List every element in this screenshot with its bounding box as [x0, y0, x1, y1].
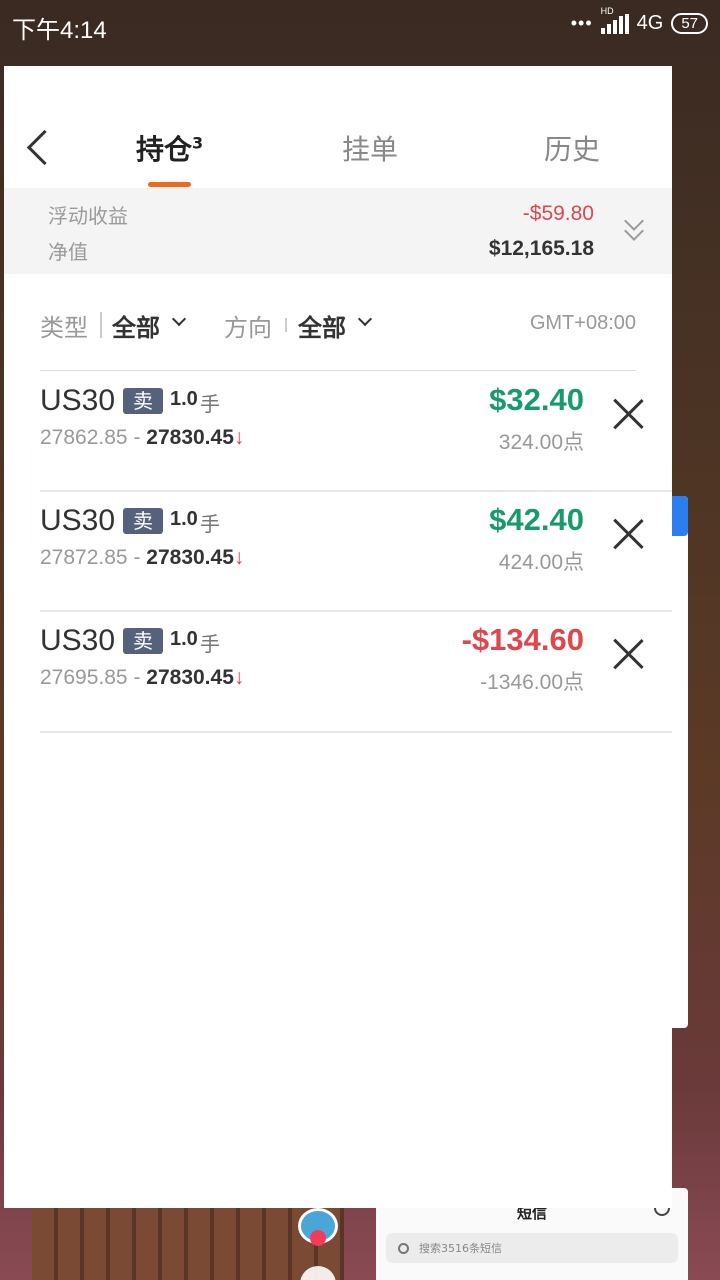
direction-filter-dropdown[interactable]: 全部 — [298, 308, 346, 343]
floating-pnl-value: -$59.80 — [522, 202, 594, 225]
position-symbol: US30 — [40, 504, 116, 537]
floating-pnl-label: 浮动收益 — [48, 204, 128, 228]
lot-unit: 手 — [200, 392, 220, 416]
background-video-app-card[interactable] — [32, 1208, 344, 1280]
heart-icon — [300, 1266, 336, 1280]
points-value: 324.00 — [498, 431, 563, 454]
position-pnl: -$134.60 — [461, 622, 584, 657]
lot-size: 1.0 — [170, 628, 198, 650]
current-price: 27830.45 — [146, 426, 234, 449]
side-badge: 卖 — [123, 508, 163, 534]
position-symbol: US30 — [40, 624, 116, 657]
price-separator: - — [133, 546, 141, 569]
status-icons: ••• HD 4G 57 — [570, 6, 708, 35]
close-position-icon[interactable] — [612, 638, 644, 670]
follow-plus-icon — [310, 1230, 326, 1246]
open-price: 27695.85 — [40, 666, 128, 689]
network-type: 4G — [636, 12, 664, 34]
list-divider — [40, 370, 636, 371]
down-arrow-icon: ↓ — [233, 426, 245, 449]
position-pnl: $32.40 — [489, 382, 584, 417]
row-divider — [40, 731, 672, 733]
expand-double-chevron-icon[interactable] — [622, 211, 646, 244]
tab-positions-label: 持仓 — [136, 133, 193, 166]
current-price: 27830.45 — [146, 546, 234, 569]
points-unit: 点 — [563, 671, 584, 694]
price-range: 27872.85 - 27830.45↓ — [40, 546, 244, 570]
status-time: 下午4:14 — [12, 17, 107, 44]
position-points: -1346.00点 — [480, 666, 584, 696]
close-position-icon[interactable] — [612, 518, 644, 550]
side-badge: 卖 — [123, 388, 163, 414]
active-tab-indicator — [148, 182, 191, 187]
position-pnl: $42.40 — [489, 502, 584, 537]
points-value: 424.00 — [498, 551, 563, 574]
position-points: 324.00点 — [499, 426, 584, 456]
position-symbol: US30 — [40, 384, 116, 417]
sms-search-bar: 搜索3516条短信 — [386, 1233, 678, 1263]
down-arrow-icon: ↓ — [233, 666, 245, 689]
sms-search-placeholder: 搜索3516条短信 — [419, 1242, 502, 1255]
lot-unit: 手 — [200, 512, 220, 536]
filter-divider — [100, 312, 102, 338]
position-row[interactable]: US30 卖 1.0 手 27695.85 - 27830.45↓ -$134.… — [4, 612, 672, 732]
lot-size: 1.0 — [170, 508, 198, 530]
type-filter-label: 类型 — [40, 314, 88, 342]
position-points: 424.00点 — [499, 546, 584, 576]
equity-value: $12,165.18 — [488, 237, 594, 260]
price-range: 27862.85 - 27830.45↓ — [40, 426, 244, 450]
type-filter-dropdown[interactable]: 全部 — [112, 308, 160, 343]
tab-history[interactable]: 历史 — [544, 128, 600, 168]
open-price: 27862.85 — [40, 426, 128, 449]
open-price: 27872.85 — [40, 546, 128, 569]
position-row[interactable]: US30 卖 1.0 手 27862.85 - 27830.45↓ $32.40… — [4, 372, 672, 492]
hd-label: HD — [600, 5, 614, 16]
search-icon — [398, 1242, 409, 1254]
status-bar: 下午4:14 ••• HD 4G 57 — [0, 0, 720, 52]
price-separator: - — [133, 666, 141, 689]
filter-divider — [285, 318, 287, 332]
tab-pending-orders[interactable]: 挂单 — [342, 128, 398, 168]
lot-unit: 手 — [200, 632, 220, 656]
chevron-down-icon[interactable] — [357, 311, 373, 327]
notification-dots-icon: ••• — [570, 13, 593, 33]
side-badge: 卖 — [123, 628, 163, 654]
signal-icon: HD — [600, 6, 629, 34]
close-position-icon[interactable] — [612, 398, 644, 430]
timezone-label: GMT+08:00 — [529, 312, 636, 334]
filter-bar: 类型 全部 方向 全部 GMT+08:00 — [4, 304, 672, 344]
points-unit: 点 — [563, 551, 584, 574]
lot-size: 1.0 — [170, 388, 198, 410]
tab-positions[interactable]: 持仓3 — [136, 128, 203, 168]
position-row[interactable]: US30 卖 1.0 手 27872.85 - 27830.45↓ $42.40… — [4, 492, 672, 612]
positions-count-badge: 3 — [192, 133, 204, 153]
account-summary: 浮动收益 净值 -$59.80 $12,165.18 — [4, 188, 672, 274]
down-arrow-icon: ↓ — [233, 546, 245, 569]
price-range: 27695.85 - 27830.45↓ — [40, 666, 244, 690]
back-button[interactable] — [22, 128, 62, 168]
equity-label: 净值 — [48, 240, 88, 264]
current-price: 27830.45 — [146, 666, 234, 689]
battery-icon: 57 — [671, 13, 708, 34]
points-unit: 点 — [563, 431, 584, 454]
chevron-down-icon[interactable] — [171, 311, 187, 327]
price-separator: - — [133, 426, 141, 449]
points-value: -1346.00 — [480, 671, 563, 694]
direction-filter-label: 方向 — [224, 314, 272, 342]
trading-app-card[interactable]: 持仓3 挂单 历史 浮动收益 净值 -$59.80 $12,165.18 类型 … — [4, 66, 672, 1208]
